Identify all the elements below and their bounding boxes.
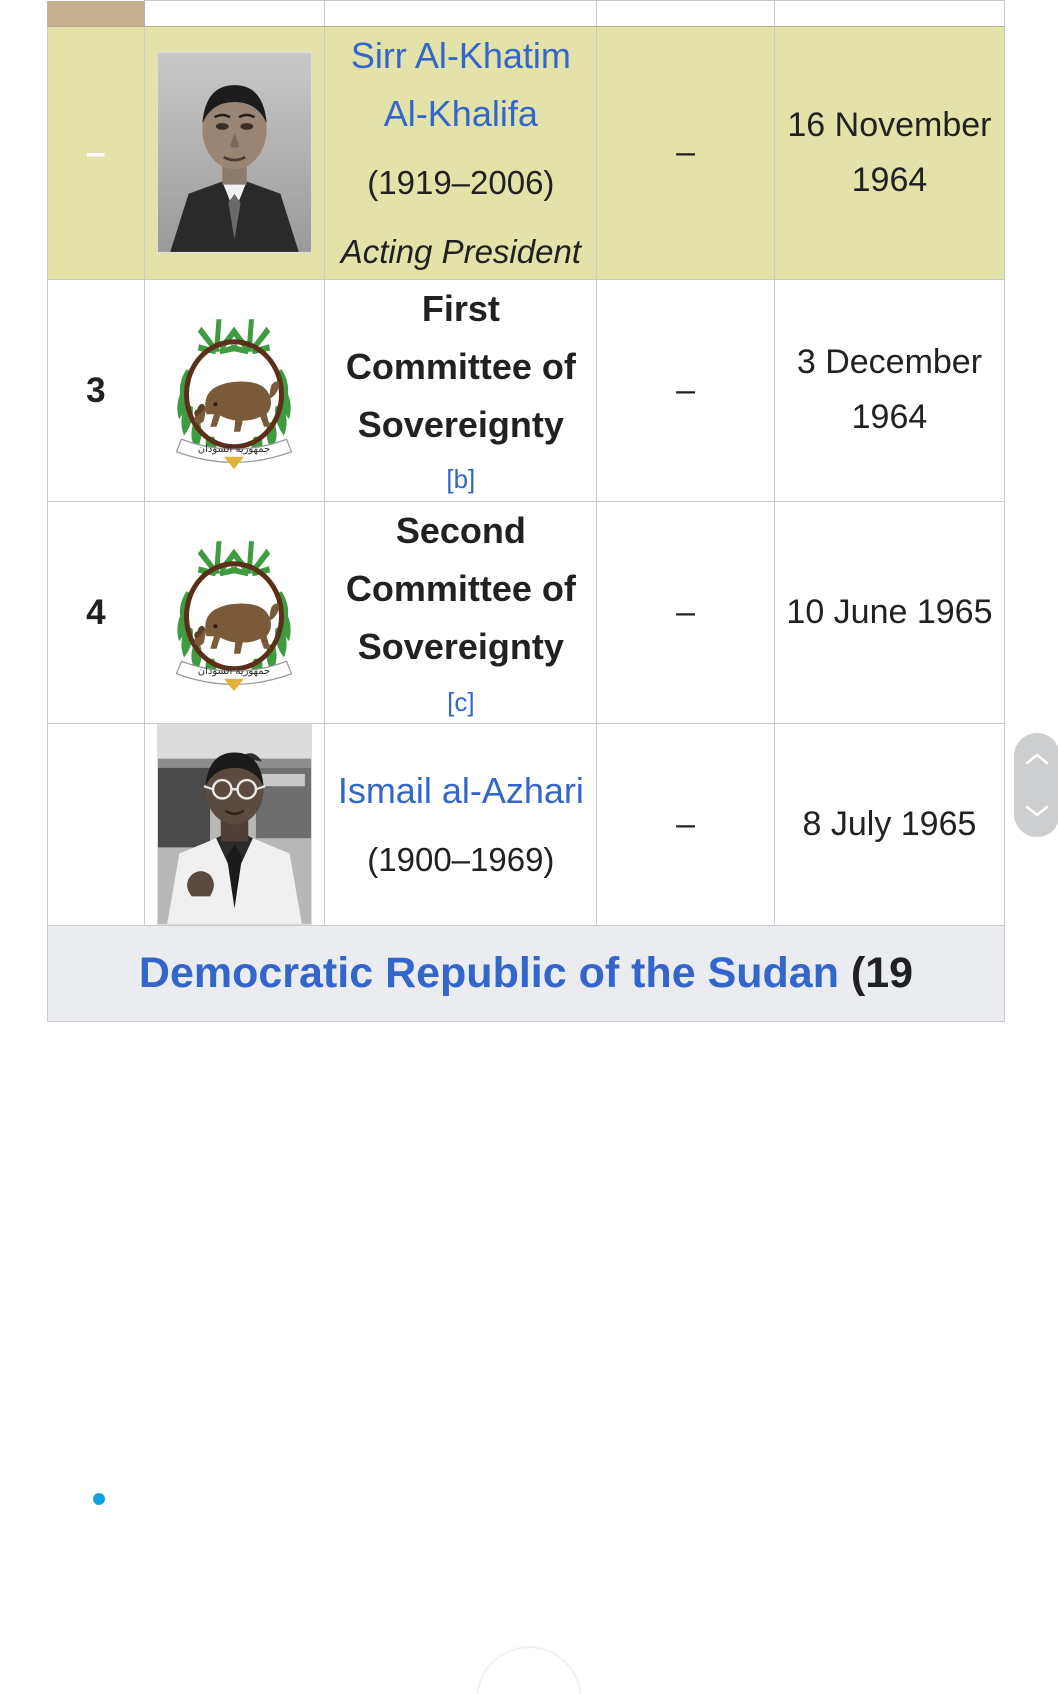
elected-cell: – [596,278,775,502]
table-row: 3 جمهورية السودان First Committee of Sov… [47,278,1006,502]
role-note: Acting President [340,233,581,271]
life-years: (1900–1969) [367,840,555,878]
section-title: Democratic Republic of the Sudan (19 [139,949,913,997]
table-row: – Sirr Al-Khatim Al-Khalifa (1919–2006) … [47,26,1006,280]
portrait-cell [143,722,326,926]
section-title-link[interactable]: Democratic Republic of the Sudan [139,949,839,997]
took-office-cell: 10 June 1965 [773,500,1006,724]
row-number-cell: 3 [47,278,145,502]
emblem-of-sudan-icon: جمهورية السودان [176,318,293,469]
section-title-years: (19 [838,948,914,997]
person-link[interactable]: Sirr Al-Khatim Al-Khalifa [325,27,596,144]
row-number-cell: – [47,26,145,280]
scroll-position-dot [89,1489,109,1509]
page-root: – Sirr Al-Khatim Al-Khalifa (1919–2006) … [0,0,1058,1694]
person-link[interactable]: Ismail al-Azhari [325,762,596,820]
table-row-stub [47,0,1006,27]
emblem-of-sudan-icon: جمهورية السودان [176,540,293,691]
took-office-cell: 8 July 1965 [773,722,1006,926]
took-office-cell: 3 December 1964 [773,278,1006,502]
svg-text:جمهورية السودان: جمهورية السودان [198,665,270,676]
portrait-cell: جمهورية السودان [143,500,326,724]
life-years: (1919–2006) [367,163,555,201]
portrait-sirr-al-khatim-al-khalifa[interactable] [145,52,325,254]
elected-cell: – [596,500,775,724]
portrait-image [156,723,312,925]
portrait-image [156,52,312,254]
name-cell: First Committee of Sovereignty [b] [324,278,598,502]
portrait-cell [143,26,326,280]
elected-cell: – [596,26,775,280]
chevron-down-icon[interactable] [1024,803,1050,819]
emblem-of-sudan[interactable]: جمهورية السودان [145,308,325,473]
stub-cell-name [324,0,598,27]
name-cell: Second Committee of Sovereignty [c] [324,500,598,724]
name-cell: Ismail al-Azhari (1900–1969) [324,722,598,926]
elected-cell: – [596,722,775,926]
floating-action-button[interactable] [478,1648,580,1694]
footnote-link[interactable]: [c] [325,681,596,723]
stub-cell-elected [596,0,775,27]
table-section-header-row: Democratic Republic of the Sudan (19 [47,924,1005,1022]
committee-name: First Committee of Sovereignty [345,287,576,446]
stub-cell-portrait [143,0,326,27]
table-row: 5 Ismail al-Azhari (1900–1969) – 8 July … [47,722,1006,926]
section-header-cell: Democratic Republic of the Sudan (19 [47,924,1005,1022]
portrait-cell: جمهورية السودان [143,278,326,502]
row-number-cell: 5 [47,722,145,926]
committee-name: Second Committee of Sovereignty [345,509,576,668]
stub-cell-date [773,0,1006,27]
footnote-link[interactable]: [b] [325,458,596,500]
row-number-cell: 4 [47,500,145,724]
name-cell: Sirr Al-Khatim Al-Khalifa (1919–2006) Ac… [324,26,598,280]
emblem-of-sudan[interactable]: جمهورية السودان [145,530,325,695]
table-row: 4 جمهورية السودان Second Committee of So… [47,500,1006,724]
heads-of-state-table: – Sirr Al-Khatim Al-Khalifa (1919–2006) … [47,0,1006,1022]
svg-text:جمهورية السودان: جمهورية السودان [198,443,270,454]
chevron-up-icon[interactable] [1024,751,1050,767]
took-office-cell: 16 November 1964 [773,26,1006,280]
portrait-ismail-al-azhari[interactable] [145,723,325,925]
scroll-nav-widget[interactable] [1014,733,1058,837]
stub-cell-beige [47,0,145,27]
